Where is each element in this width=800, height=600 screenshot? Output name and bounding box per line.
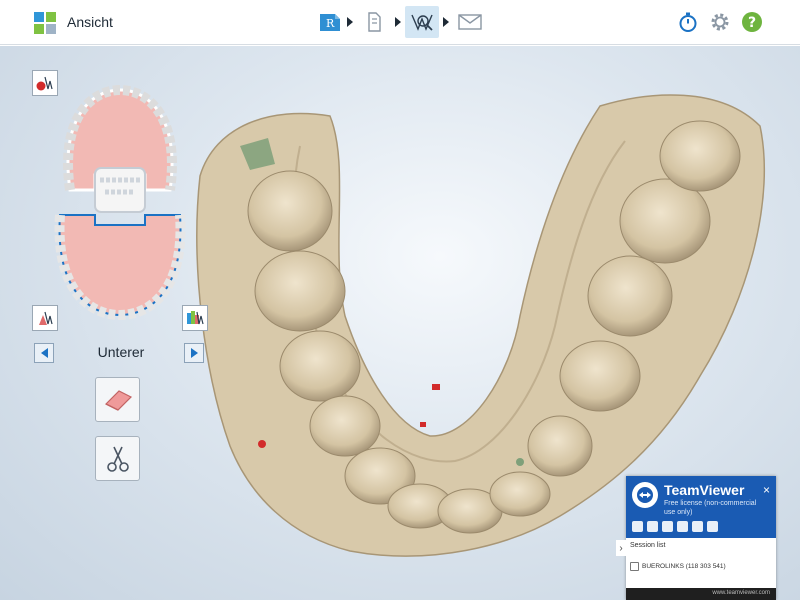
rx-step-button[interactable]: R xyxy=(313,6,347,38)
teamviewer-logo-icon xyxy=(632,482,658,508)
chevron-left-icon xyxy=(40,348,48,358)
scan-step-button[interactable] xyxy=(357,6,391,38)
close-icon[interactable]: × xyxy=(763,483,770,497)
expand-handle-icon[interactable]: › xyxy=(616,540,626,556)
teamviewer-license-text: Free license (non-commercial use only) xyxy=(664,500,757,516)
session-name: BUEROLINKS (118 303 541) xyxy=(642,562,726,570)
step-arrow-icon xyxy=(442,17,449,27)
teamviewer-header: TeamViewer Free license (non-commercial … xyxy=(626,476,776,538)
send-step-button[interactable] xyxy=(453,6,487,38)
stopwatch-icon[interactable] xyxy=(676,10,700,34)
step-arrow-icon xyxy=(394,17,401,27)
teamviewer-panel: TeamViewer Free license (non-commercial … xyxy=(616,476,776,600)
teamviewer-footer: www.teamviewer.com xyxy=(626,588,776,600)
view-tooth-icon xyxy=(410,14,433,31)
page-title: Ansicht xyxy=(67,14,113,30)
margin-tool-button[interactable] xyxy=(32,305,58,331)
tooth-scan-icon xyxy=(367,12,381,32)
envelope-icon xyxy=(457,14,482,30)
eraser-button[interactable] xyxy=(95,377,140,422)
jaw-label: Unterer xyxy=(97,344,145,360)
teamviewer-title: TeamViewer xyxy=(664,482,745,498)
headset-icon[interactable] xyxy=(647,521,658,532)
teamviewer-actions xyxy=(632,521,718,532)
pen-icon[interactable] xyxy=(692,521,703,532)
session-list-header: Session list xyxy=(630,542,666,549)
user-icon xyxy=(630,561,639,571)
rx-letter: R xyxy=(326,17,335,30)
svg-text:?: ? xyxy=(748,15,756,31)
session-row[interactable]: BUEROLINKS (118 303 541) xyxy=(630,559,770,573)
scan-viewport[interactable]: Unterer TeamViewer Free license (non-com… xyxy=(0,46,800,600)
help-icon[interactable]: ? xyxy=(740,10,764,34)
next-jaw-button[interactable] xyxy=(184,343,204,363)
app-logo-icon[interactable] xyxy=(33,11,57,35)
collapse-icon[interactable] xyxy=(707,521,718,532)
previous-jaw-button[interactable] xyxy=(34,343,54,363)
chat-icon[interactable] xyxy=(662,521,673,532)
file-transfer-icon[interactable] xyxy=(677,521,688,532)
chevron-right-icon xyxy=(190,348,198,358)
jaw-map[interactable] xyxy=(50,80,190,322)
top-toolbar: Ansicht R ? xyxy=(0,0,800,45)
occlusion-map-button[interactable] xyxy=(182,305,208,331)
step-arrow-icon xyxy=(346,17,353,27)
trim-scissors-button[interactable] xyxy=(95,436,140,481)
scissors-icon xyxy=(106,446,129,472)
video-icon[interactable] xyxy=(632,521,643,532)
gear-icon[interactable] xyxy=(708,10,732,34)
workflow-steps: R xyxy=(307,6,492,38)
eraser-icon xyxy=(104,389,132,411)
view-step-button[interactable] xyxy=(404,6,439,38)
